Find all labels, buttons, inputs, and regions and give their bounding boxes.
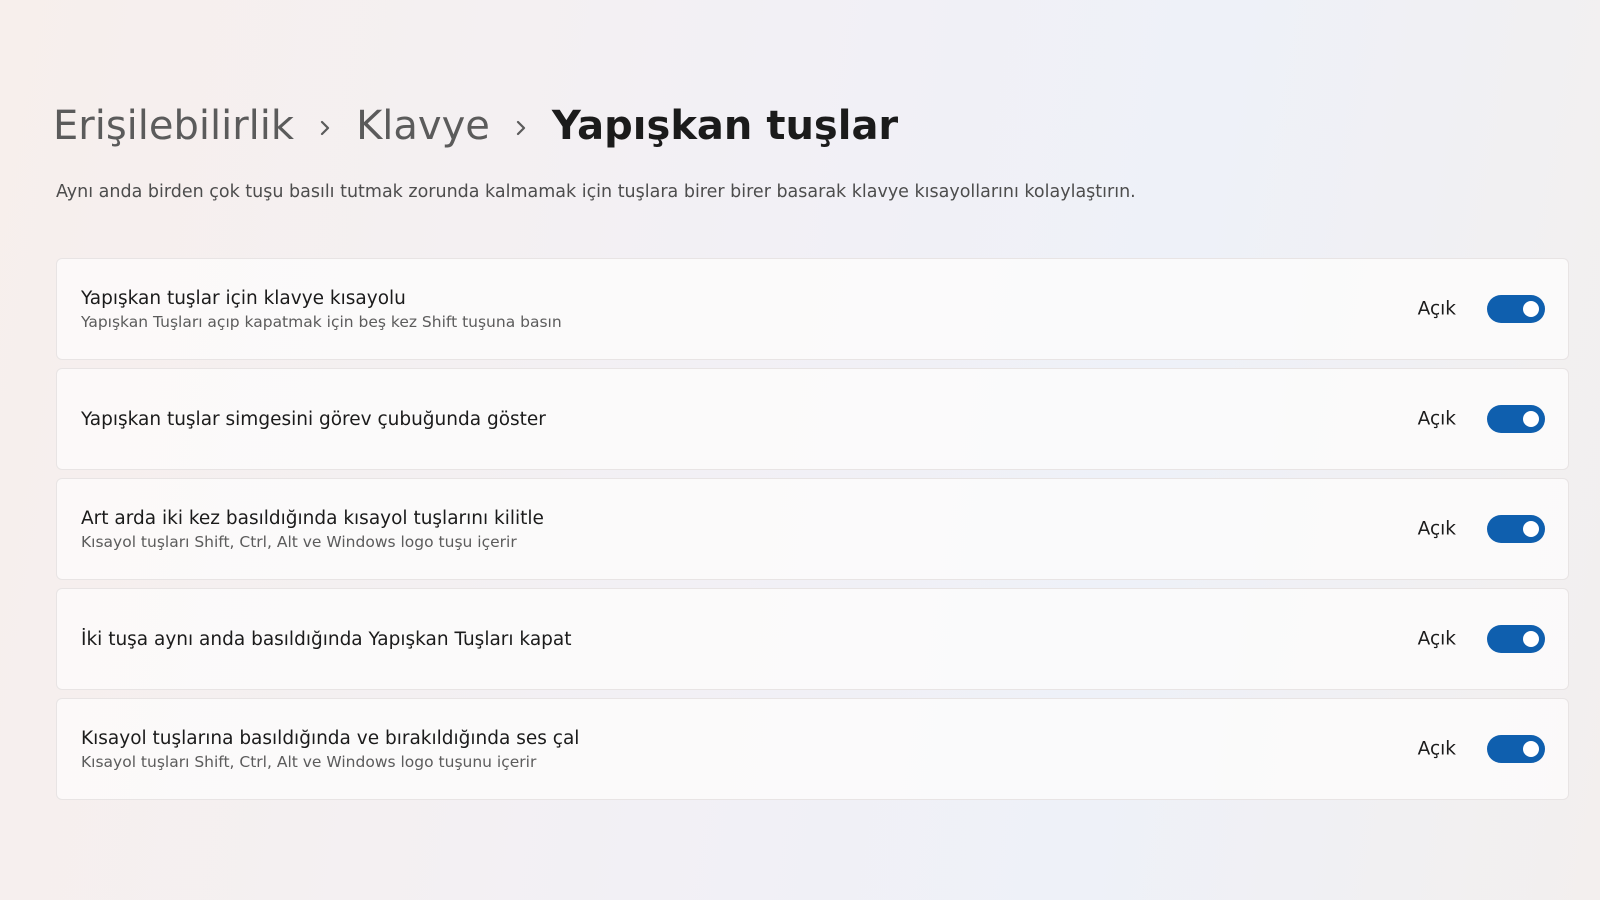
- toggle-knob: [1523, 301, 1539, 317]
- page-title: Yapışkan tuşlar: [551, 103, 899, 149]
- toggle-state-label: Açık: [1417, 738, 1456, 760]
- settings-list: Yapışkan tuşlar için klavye kısayolu Yap…: [56, 258, 1569, 808]
- setting-card-play-sound: Kısayol tuşlarına basıldığında ve bırakı…: [56, 698, 1569, 800]
- taskbar-icon-toggle[interactable]: [1487, 405, 1545, 433]
- setting-card-keyboard-shortcut: Yapışkan tuşlar için klavye kısayolu Yap…: [56, 258, 1569, 360]
- setting-title: İki tuşa aynı anda basıldığında Yapışkan…: [81, 628, 572, 650]
- play-sound-toggle[interactable]: [1487, 735, 1545, 763]
- keyboard-shortcut-toggle[interactable]: [1487, 295, 1545, 323]
- setting-title: Kısayol tuşlarına basıldığında ve bırakı…: [81, 727, 580, 749]
- breadcrumb: Erişilebilirlik Klavye Yapışkan tuşlar: [53, 96, 898, 156]
- breadcrumb-item-klavye[interactable]: Klavye: [356, 106, 490, 146]
- setting-card-taskbar-icon: Yapışkan tuşlar simgesini görev çubuğund…: [56, 368, 1569, 470]
- turn-off-two-keys-toggle[interactable]: [1487, 625, 1545, 653]
- setting-subtitle: Kısayol tuşları Shift, Ctrl, Alt ve Wind…: [81, 752, 537, 771]
- setting-card-lock-shortcut-keys: Art arda iki kez basıldığında kısayol tu…: [56, 478, 1569, 580]
- setting-text: Yapışkan tuşlar için klavye kısayolu Yap…: [81, 259, 562, 359]
- toggle-knob: [1523, 521, 1539, 537]
- toggle-state-label: Açık: [1417, 628, 1456, 650]
- toggle-state-label: Açık: [1417, 408, 1456, 430]
- setting-title: Yapışkan tuşlar için klavye kısayolu: [81, 287, 406, 309]
- setting-card-turn-off-two-keys: İki tuşa aynı anda basıldığında Yapışkan…: [56, 588, 1569, 690]
- toggle-knob: [1523, 411, 1539, 427]
- setting-text: Yapışkan tuşlar simgesini görev çubuğund…: [81, 369, 546, 469]
- toggle-knob: [1523, 631, 1539, 647]
- page-description: Aynı anda birden çok tuşu basılı tutmak …: [56, 182, 1136, 202]
- toggle-knob: [1523, 741, 1539, 757]
- chevron-right-icon: [490, 106, 552, 146]
- chevron-right-icon: [294, 106, 356, 146]
- setting-text: Art arda iki kez basıldığında kısayol tu…: [81, 479, 544, 579]
- setting-subtitle: Yapışkan Tuşları açıp kapatmak için beş …: [81, 312, 562, 331]
- lock-shortcut-keys-toggle[interactable]: [1487, 515, 1545, 543]
- toggle-state-label: Açık: [1417, 298, 1456, 320]
- breadcrumb-item-erisilebilirlik[interactable]: Erişilebilirlik: [53, 106, 294, 146]
- setting-subtitle: Kısayol tuşları Shift, Ctrl, Alt ve Wind…: [81, 532, 517, 551]
- toggle-state-label: Açık: [1417, 518, 1456, 540]
- setting-text: İki tuşa aynı anda basıldığında Yapışkan…: [81, 589, 572, 689]
- setting-title: Art arda iki kez basıldığında kısayol tu…: [81, 507, 544, 529]
- setting-text: Kısayol tuşlarına basıldığında ve bırakı…: [81, 699, 579, 799]
- setting-title: Yapışkan tuşlar simgesini görev çubuğund…: [81, 408, 546, 430]
- settings-page: Erişilebilirlik Klavye Yapışkan tuşlar A…: [0, 0, 1600, 900]
